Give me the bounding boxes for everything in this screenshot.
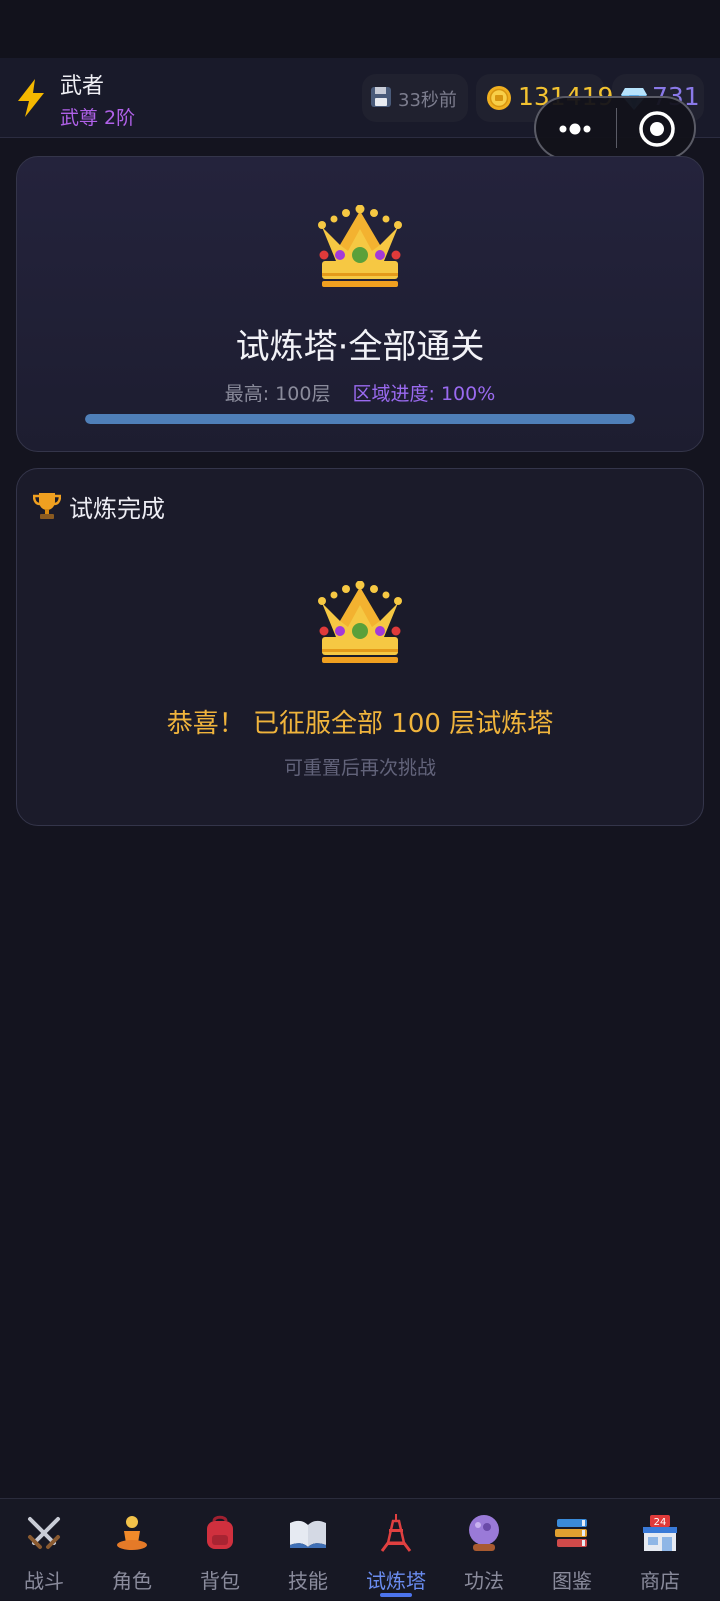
nav-item-techniques[interactable]: 功法: [440, 1499, 528, 1601]
bottom-nav: 战斗 角色 背包 技能 试炼塔 功法 图鉴 24 商店: [0, 1498, 720, 1600]
trophy-icon: [33, 493, 61, 519]
tower-meta: 最高: 100层 区域进度: 100%: [17, 379, 703, 406]
open-book-icon: [290, 1520, 326, 1548]
nav-item-skills[interactable]: 技能: [264, 1499, 352, 1601]
nav-label: 功法: [464, 1569, 504, 1593]
trial-complete-title: 试炼完成: [69, 495, 165, 523]
nav-label: 角色: [112, 1569, 152, 1593]
nav-label: 战斗: [24, 1569, 64, 1593]
close-miniprogram-icon[interactable]: [638, 110, 676, 148]
floppy-disk-icon: [371, 87, 391, 107]
active-tab-indicator: [380, 1593, 412, 1597]
congrats-message: 恭喜！ 已征服全部 100 层试炼塔: [166, 709, 554, 739]
tower-icon: [380, 1514, 412, 1552]
reset-hint: 可重置后再次挑战: [283, 757, 436, 779]
books-icon: [555, 1519, 587, 1547]
miniprogram-capsule: [534, 96, 696, 160]
progress-bar-fill: [85, 414, 635, 424]
nav-item-shop[interactable]: 24 商店: [616, 1499, 704, 1601]
more-options-icon[interactable]: [556, 116, 594, 142]
nav-item-backpack[interactable]: 背包: [176, 1499, 264, 1601]
backpack-icon: [207, 1515, 233, 1549]
lightning-bolt-icon: [18, 79, 44, 117]
meditating-person-icon: [117, 1516, 147, 1550]
progress-bar: [85, 414, 635, 424]
nav-label: 图鉴: [552, 1569, 592, 1593]
tower-title: 试炼塔·全部通关: [235, 327, 485, 367]
save-status-pill[interactable]: 33秒前: [362, 74, 468, 122]
nav-item-trial-tower[interactable]: 试炼塔: [352, 1499, 440, 1601]
capsule-divider: [616, 108, 617, 148]
nav-label: 商店: [640, 1569, 680, 1593]
status-bar: [0, 0, 720, 58]
crown-icon: [318, 205, 402, 287]
nav-item-codex[interactable]: 图鉴: [528, 1499, 616, 1601]
save-time: 33秒前: [398, 90, 457, 111]
player-rank: 武尊 2阶: [60, 107, 136, 129]
nav-label: 背包: [200, 1569, 240, 1593]
nav-item-battle[interactable]: 战斗: [0, 1499, 88, 1601]
convenience-store-icon: 24: [643, 1515, 677, 1551]
svg-text:24: 24: [654, 1517, 667, 1528]
nav-label: 试炼塔: [366, 1569, 426, 1593]
trial-complete-card: 试炼完成 恭喜！ 已征服全部 100 层试炼塔 可重置后再次挑战: [16, 468, 704, 826]
best-floor: 最高: 100层: [224, 383, 331, 405]
nav-label: 技能: [288, 1569, 328, 1593]
crossed-swords-icon: [28, 1517, 60, 1549]
nav-item-character[interactable]: 角色: [88, 1499, 176, 1601]
coin-icon: [487, 86, 511, 110]
player-name: 武者: [60, 74, 105, 99]
tower-summary-card: 试炼塔·全部通关 最高: 100层 区域进度: 100%: [16, 156, 704, 452]
crown-icon: [318, 581, 402, 663]
crystal-ball-icon: [469, 1515, 499, 1551]
area-progress: 区域进度: 100%: [352, 383, 496, 405]
